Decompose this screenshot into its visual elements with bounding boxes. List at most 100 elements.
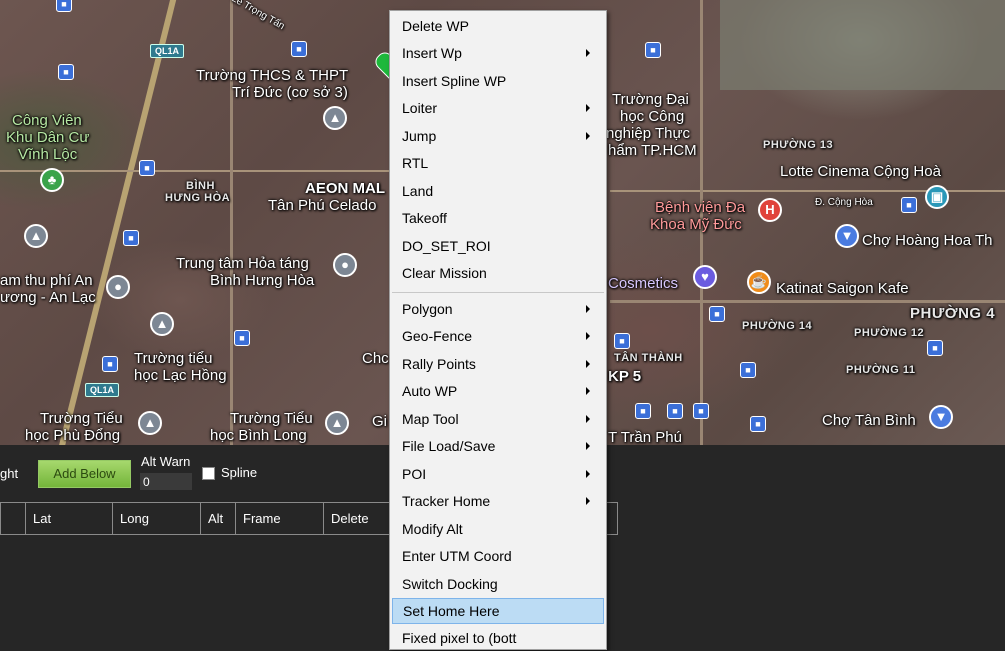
submenu-arrow-icon	[586, 497, 590, 505]
add-below-button[interactable]: Add Below	[38, 460, 131, 488]
place-pin-icon[interactable]: ●	[106, 275, 130, 299]
menu-item-label: Delete WP	[402, 18, 469, 34]
bus-stop-icon[interactable]: ■	[645, 42, 661, 58]
bus-stop-icon[interactable]: ■	[927, 340, 943, 356]
menu-item-map-tool[interactable]: Map Tool	[392, 406, 604, 432]
bus-stop-icon[interactable]: ■	[614, 333, 630, 349]
hospital-label: Bệnh viện Đa	[655, 199, 746, 216]
submenu-arrow-icon	[586, 360, 590, 368]
bus-stop-icon[interactable]: ■	[123, 230, 139, 246]
menu-item-label: File Load/Save	[402, 438, 496, 454]
menu-item-rtl[interactable]: RTL	[392, 150, 604, 176]
bus-stop-icon[interactable]: ■	[901, 197, 917, 213]
menu-item-land[interactable]: Land	[392, 178, 604, 204]
submenu-arrow-icon	[586, 104, 590, 112]
spline-checkbox[interactable]	[202, 467, 215, 480]
menu-item-label: Geo-Fence	[402, 328, 473, 344]
menu-separator	[392, 292, 604, 293]
menu-item-set-home-here[interactable]: Set Home Here	[392, 598, 604, 624]
menu-item-modify-alt[interactable]: Modify Alt	[392, 516, 604, 542]
poi-label: Gi	[372, 413, 387, 430]
poi-label: am thu phí An	[0, 272, 93, 289]
poi-label: Trường Tiểu	[230, 410, 313, 427]
menu-item-label: Map Tool	[402, 411, 459, 427]
column-header-delete[interactable]: Delete	[323, 503, 389, 534]
menu-item-file-load-save[interactable]: File Load/Save	[392, 433, 604, 459]
poi-label: Chợ Tân Bình	[822, 412, 916, 429]
district-label: HƯNG HÒA	[165, 192, 231, 204]
park-label: Công Viên	[12, 112, 82, 129]
menu-item-fixed-pixel[interactable]: Fixed pixel to (bott	[392, 625, 604, 651]
submenu-arrow-icon	[586, 387, 590, 395]
menu-item-polygon[interactable]: Polygon	[392, 296, 604, 322]
airport-area	[720, 0, 1005, 90]
district-label: PHƯỜNG 12	[854, 327, 925, 339]
menu-item-clear-mission[interactable]: Clear Mission	[392, 260, 604, 286]
place-pin-icon[interactable]: ●	[333, 253, 357, 277]
menu-item-insert-spline-wp[interactable]: Insert Spline WP	[392, 68, 604, 94]
bus-stop-icon[interactable]: ■	[102, 356, 118, 372]
bus-stop-icon[interactable]: ■	[750, 416, 766, 432]
menu-item-rally-points[interactable]: Rally Points	[392, 351, 604, 377]
park-pin-icon[interactable]: ♣	[40, 168, 64, 192]
poi-label: học Công	[620, 108, 685, 125]
shop-pin-icon[interactable]: ▼	[835, 224, 859, 248]
menu-item-label: Insert Spline WP	[402, 73, 507, 89]
menu-item-poi[interactable]: POI	[392, 461, 604, 487]
school-pin-icon[interactable]: ▲	[138, 411, 162, 435]
menu-item-label: Jump	[402, 128, 437, 144]
menu-item-do-set-roi[interactable]: DO_SET_ROI	[392, 233, 604, 259]
alt-warn-label: Alt Warn	[141, 454, 191, 469]
hospital-pin-icon[interactable]: H	[758, 198, 782, 222]
column-header-lat[interactable]: Lat	[25, 503, 112, 534]
highway-shield: QL1A	[150, 44, 185, 58]
menu-item-tracker-home[interactable]: Tracker Home	[392, 488, 604, 514]
menu-item-enter-utm-coord[interactable]: Enter UTM Coord	[392, 543, 604, 569]
shop-pin-icon[interactable]: ♥	[693, 265, 717, 289]
school-pin-icon[interactable]: ▲	[323, 106, 347, 130]
school-pin-icon[interactable]: ▲	[150, 312, 174, 336]
cinema-pin-icon[interactable]: ▣	[925, 185, 949, 209]
district-label: PHƯỜNG 4	[910, 305, 996, 322]
menu-item-insert-wp[interactable]: Insert Wp	[392, 40, 604, 66]
submenu-arrow-icon	[586, 132, 590, 140]
bus-stop-icon[interactable]: ■	[56, 0, 72, 12]
poi-label: Lotte Cinema Cộng Hoà	[780, 163, 941, 180]
menu-item-switch-docking[interactable]: Switch Docking	[392, 571, 604, 597]
school-pin-icon[interactable]: ▲	[325, 411, 349, 435]
poi-label: AEON MAL	[305, 180, 385, 197]
submenu-arrow-icon	[586, 470, 590, 478]
bus-stop-icon[interactable]: ■	[58, 64, 74, 80]
menu-item-takeoff[interactable]: Takeoff	[392, 205, 604, 231]
shop-label: Cosmetics	[608, 275, 679, 292]
road	[610, 300, 1005, 303]
bus-stop-icon[interactable]: ■	[234, 330, 250, 346]
poi-label: học Lạc Hồng	[134, 367, 227, 384]
bus-stop-icon[interactable]: ■	[667, 403, 683, 419]
poi-label: Katinat Saigon Kafe	[776, 280, 909, 297]
bus-stop-icon[interactable]: ■	[635, 403, 651, 419]
column-header-long[interactable]: Long	[112, 503, 200, 534]
menu-item-label: Auto WP	[402, 383, 458, 399]
bus-stop-icon[interactable]: ■	[740, 362, 756, 378]
shop-pin-icon[interactable]: ▼	[929, 405, 953, 429]
column-header-frame[interactable]: Frame	[235, 503, 323, 534]
street-label: Đ. Cộng Hòa	[815, 197, 873, 208]
menu-item-label: Enter UTM Coord	[402, 548, 512, 564]
cafe-pin-icon[interactable]: ☕	[747, 270, 771, 294]
alt-warn-input[interactable]	[140, 473, 192, 490]
menu-item-jump[interactable]: Jump	[392, 123, 604, 149]
menu-item-auto-wp[interactable]: Auto WP	[392, 378, 604, 404]
column-header-alt[interactable]: Alt	[200, 503, 235, 534]
bus-stop-icon[interactable]: ■	[709, 306, 725, 322]
menu-item-loiter[interactable]: Loiter	[392, 95, 604, 121]
menu-item-label: Tracker Home	[402, 493, 491, 509]
menu-item-delete-wp[interactable]: Delete WP	[392, 13, 604, 39]
menu-item-label: Fixed pixel to (bott	[402, 630, 517, 646]
school-pin-icon[interactable]: ▲	[24, 224, 48, 248]
bus-stop-icon[interactable]: ■	[291, 41, 307, 57]
bus-stop-icon[interactable]: ■	[139, 160, 155, 176]
bus-stop-icon[interactable]: ■	[693, 403, 709, 419]
poi-label: Trường Tiểu	[40, 410, 123, 427]
menu-item-geo-fence[interactable]: Geo-Fence	[392, 323, 604, 349]
